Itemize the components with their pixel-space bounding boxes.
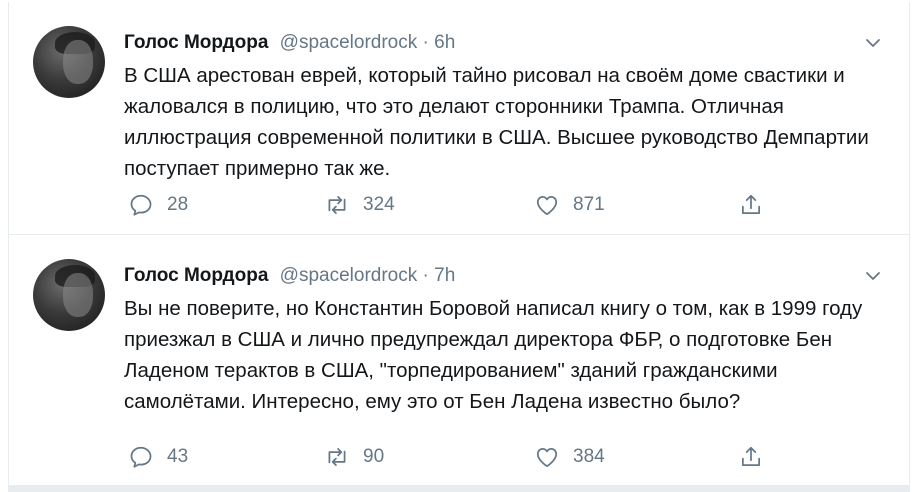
retweet-icon: [328, 196, 346, 214]
like-icon: [536, 196, 558, 216]
tweet-text: Вы не поверите, но Константин Боровой на…: [124, 297, 863, 413]
like-count: 384: [573, 446, 605, 467]
tweet-header: Голос Мордора @spacelordrock · 6h: [124, 30, 455, 56]
like-icon: [536, 448, 558, 468]
reply-icon: [130, 446, 152, 468]
tweet-header: Голос Мордора @spacelordrock · 7h: [124, 263, 455, 289]
share-icon: [742, 446, 760, 466]
separator-dot: ·: [422, 265, 429, 286]
tweet-actions: 28 324 871: [124, 190, 774, 220]
chevron-down-icon[interactable]: [863, 266, 883, 286]
timestamp[interactable]: 6h: [434, 32, 455, 53]
like-button[interactable]: 384: [534, 442, 605, 472]
author-name[interactable]: Голос Мордора: [124, 32, 268, 53]
tweet[interactable]: Голос Мордора @spacelordrock · 6h В США …: [9, 2, 909, 235]
retweet-count: 90: [363, 446, 385, 467]
reply-count: 28: [167, 194, 189, 215]
timestamp[interactable]: 7h: [434, 265, 455, 286]
reply-icon: [130, 194, 152, 216]
share-button[interactable]: [738, 442, 764, 472]
author-handle[interactable]: @spacelordrock: [280, 265, 418, 286]
separator-dot: ·: [422, 32, 429, 53]
avatar[interactable]: [33, 26, 105, 98]
like-count: 871: [573, 194, 605, 215]
retweet-icon: [328, 448, 346, 466]
tweet-text: В США арестован еврей, который тайно рис…: [124, 64, 869, 180]
timeline: Голос Мордора @spacelordrock · 6h В США …: [8, 2, 910, 488]
share-button[interactable]: [738, 190, 764, 220]
retweet-button[interactable]: 324: [324, 190, 395, 220]
chevron-down-icon[interactable]: [863, 33, 883, 53]
share-icon: [742, 194, 760, 214]
reply-button[interactable]: 43: [128, 442, 188, 472]
tweet-actions: 43 90 384: [124, 442, 774, 472]
timeline-divider: [8, 485, 910, 492]
avatar[interactable]: [33, 259, 105, 331]
retweet-count: 324: [363, 194, 395, 215]
reply-count: 43: [167, 446, 189, 467]
like-button[interactable]: 871: [534, 190, 605, 220]
tweet[interactable]: Голос Мордора @spacelordrock · 7h Вы не …: [9, 235, 909, 487]
reply-button[interactable]: 28: [128, 190, 188, 220]
author-name[interactable]: Голос Мордора: [124, 265, 268, 286]
retweet-button[interactable]: 90: [324, 442, 384, 472]
author-handle[interactable]: @spacelordrock: [280, 32, 418, 53]
